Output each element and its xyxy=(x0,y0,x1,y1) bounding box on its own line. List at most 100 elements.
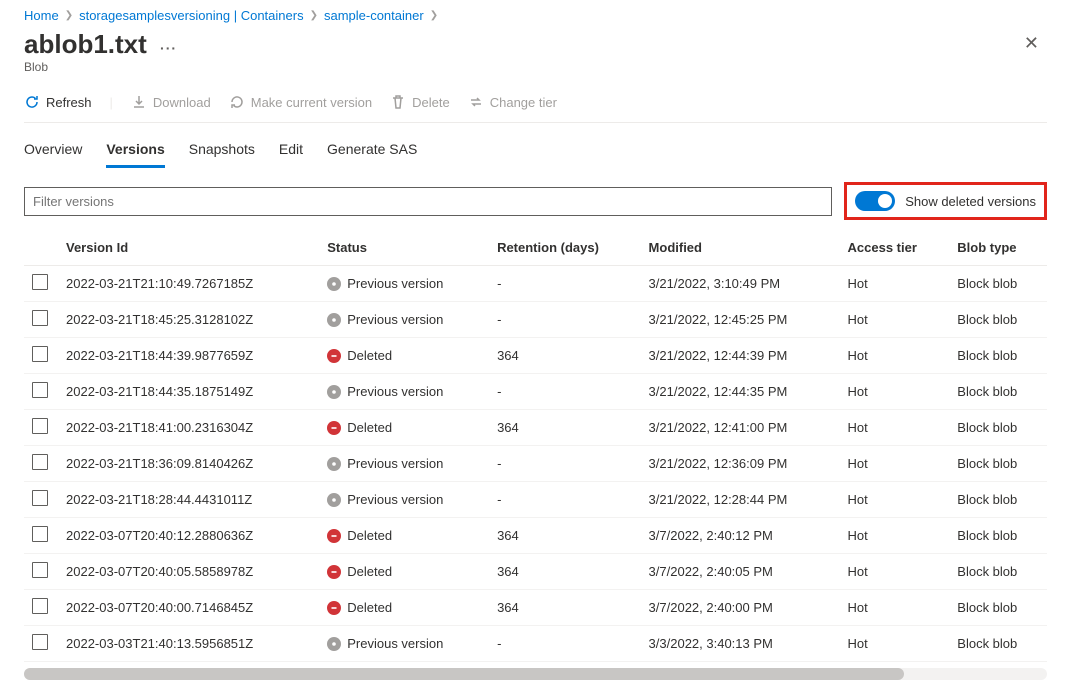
cell-status: Previous version xyxy=(327,312,443,327)
row-checkbox[interactable] xyxy=(32,526,48,542)
row-checkbox[interactable] xyxy=(32,346,48,362)
deleted-icon xyxy=(327,349,341,363)
cell-access-tier: Hot xyxy=(840,410,950,446)
table-row[interactable]: 2022-03-07T20:40:12.2880636ZDeleted3643/… xyxy=(24,518,1047,554)
breadcrumb-home[interactable]: Home xyxy=(24,8,59,23)
cell-modified: 3/3/2022, 3:40:13 PM xyxy=(641,626,840,662)
refresh-button[interactable]: Refresh xyxy=(24,94,92,110)
chevron-right-icon: ❯ xyxy=(430,10,438,21)
row-checkbox[interactable] xyxy=(32,562,48,578)
cell-access-tier: Hot xyxy=(840,590,950,626)
cell-blob-type: Block blob xyxy=(949,590,1047,626)
filter-versions-input[interactable] xyxy=(24,187,832,216)
cell-modified: 3/21/2022, 12:44:39 PM xyxy=(641,338,840,374)
deleted-icon xyxy=(327,565,341,579)
delete-icon xyxy=(390,94,406,110)
page-subtitle: Blob xyxy=(24,60,177,74)
col-retention[interactable]: Retention (days) xyxy=(489,230,640,266)
cell-status: Previous version xyxy=(327,384,443,399)
tab-overview[interactable]: Overview xyxy=(24,133,82,168)
change-tier-button[interactable]: Change tier xyxy=(468,94,557,110)
scrollbar-thumb[interactable] xyxy=(24,668,904,680)
previous-version-icon xyxy=(327,637,341,651)
cell-retention: 364 xyxy=(489,518,640,554)
deleted-icon xyxy=(327,529,341,543)
download-button[interactable]: Download xyxy=(131,94,211,110)
cell-version-id: 2022-03-21T18:44:35.1875149Z xyxy=(58,374,319,410)
table-row[interactable]: 2022-03-21T18:45:25.3128102Z Previous ver… xyxy=(24,302,1047,338)
close-button[interactable]: ✕ xyxy=(1016,29,1047,58)
make-current-version-button[interactable]: Make current version xyxy=(229,94,372,110)
col-blob-type[interactable]: Blob type xyxy=(949,230,1047,266)
row-checkbox[interactable] xyxy=(32,634,48,650)
cell-modified: 3/7/2022, 2:40:12 PM xyxy=(641,518,840,554)
row-checkbox[interactable] xyxy=(32,274,48,290)
tab-versions[interactable]: Versions xyxy=(106,133,164,168)
table-row[interactable]: 2022-03-21T18:44:39.9877659ZDeleted3643/… xyxy=(24,338,1047,374)
cell-version-id: 2022-03-21T18:41:00.2316304Z xyxy=(58,410,319,446)
cell-modified: 3/21/2022, 12:36:09 PM xyxy=(641,446,840,482)
more-actions-icon[interactable]: ··· xyxy=(160,40,177,56)
chevron-right-icon: ❯ xyxy=(310,10,318,21)
deleted-icon xyxy=(327,601,341,615)
cell-modified: 3/7/2022, 2:40:05 PM xyxy=(641,554,840,590)
tab-edit[interactable]: Edit xyxy=(279,133,303,168)
row-checkbox[interactable] xyxy=(32,310,48,326)
row-checkbox[interactable] xyxy=(32,490,48,506)
row-checkbox[interactable] xyxy=(32,382,48,398)
cell-blob-type: Block blob xyxy=(949,374,1047,410)
cell-modified: 3/21/2022, 3:10:49 PM xyxy=(641,266,840,302)
cell-version-id: 2022-03-07T20:40:05.5858978Z xyxy=(58,554,319,590)
chevron-right-icon: ❯ xyxy=(65,10,73,21)
table-row[interactable]: 2022-03-07T20:40:00.7146845ZDeleted3643/… xyxy=(24,590,1047,626)
show-deleted-versions-toggle[interactable]: Show deleted versions xyxy=(844,182,1047,220)
col-access-tier[interactable]: Access tier xyxy=(840,230,950,266)
col-status[interactable]: Status xyxy=(319,230,489,266)
table-row[interactable]: 2022-03-21T18:28:44.4431011ZPrevious ver… xyxy=(24,482,1047,518)
cell-blob-type: Block blob xyxy=(949,446,1047,482)
cell-version-id: 2022-03-07T20:40:12.2880636Z xyxy=(58,518,319,554)
delete-button[interactable]: Delete xyxy=(390,94,450,110)
previous-version-icon xyxy=(327,385,341,399)
previous-version-icon xyxy=(327,313,341,327)
cell-access-tier: Hot xyxy=(840,302,950,338)
cell-modified: 3/21/2022, 12:41:00 PM xyxy=(641,410,840,446)
table-row[interactable]: 2022-03-21T18:36:09.8140426ZPrevious ver… xyxy=(24,446,1047,482)
cell-retention: - xyxy=(489,302,640,338)
cell-version-id: 2022-03-07T20:40:00.7146845Z xyxy=(58,590,319,626)
cell-version-id: 2022-03-21T18:28:44.4431011Z xyxy=(58,482,319,518)
download-label: Download xyxy=(153,95,211,110)
cell-blob-type: Block blob xyxy=(949,554,1047,590)
col-checkbox xyxy=(24,230,58,266)
cell-modified: 3/7/2022, 2:40:00 PM xyxy=(641,590,840,626)
tab-generate-sas[interactable]: Generate SAS xyxy=(327,133,417,168)
cell-retention: - xyxy=(489,374,640,410)
cell-version-id: 2022-03-21T21:10:49.7267185Z xyxy=(58,266,319,302)
breadcrumb-container[interactable]: sample-container xyxy=(324,8,424,23)
versions-table: Version Id Status Retention (days) Modif… xyxy=(24,230,1047,662)
col-modified[interactable]: Modified xyxy=(641,230,840,266)
table-row[interactable]: 2022-03-03T21:40:13.5956851ZPrevious ver… xyxy=(24,626,1047,662)
table-row[interactable]: 2022-03-21T21:10:49.7267185ZPrevious ver… xyxy=(24,266,1047,302)
cell-access-tier: Hot xyxy=(840,446,950,482)
row-checkbox[interactable] xyxy=(32,418,48,434)
make-current-label: Make current version xyxy=(251,95,372,110)
horizontal-scrollbar[interactable]: ◀ ▶ xyxy=(24,668,1047,680)
row-checkbox[interactable] xyxy=(32,598,48,614)
cell-status: Deleted xyxy=(327,600,392,615)
tab-snapshots[interactable]: Snapshots xyxy=(189,133,255,168)
cell-access-tier: Hot xyxy=(840,374,950,410)
change-tier-label: Change tier xyxy=(490,95,557,110)
cell-version-id: 2022-03-21T18:36:09.8140426Z xyxy=(58,446,319,482)
cell-status: Deleted xyxy=(327,420,392,435)
table-row[interactable]: 2022-03-07T20:40:05.5858978ZDeleted3643/… xyxy=(24,554,1047,590)
table-row[interactable]: 2022-03-21T18:41:00.2316304ZDeleted3643/… xyxy=(24,410,1047,446)
cell-blob-type: Block blob xyxy=(949,266,1047,302)
breadcrumb-storage[interactable]: storagesamplesversioning | Containers xyxy=(79,8,304,23)
cell-blob-type: Block blob xyxy=(949,482,1047,518)
cell-modified: 3/21/2022, 12:44:35 PM xyxy=(641,374,840,410)
row-checkbox[interactable] xyxy=(32,454,48,470)
table-row[interactable]: 2022-03-21T18:44:35.1875149Z Previous ver… xyxy=(24,374,1047,410)
col-version-id[interactable]: Version Id xyxy=(58,230,319,266)
cell-version-id: 2022-03-21T18:45:25.3128102Z xyxy=(58,302,319,338)
